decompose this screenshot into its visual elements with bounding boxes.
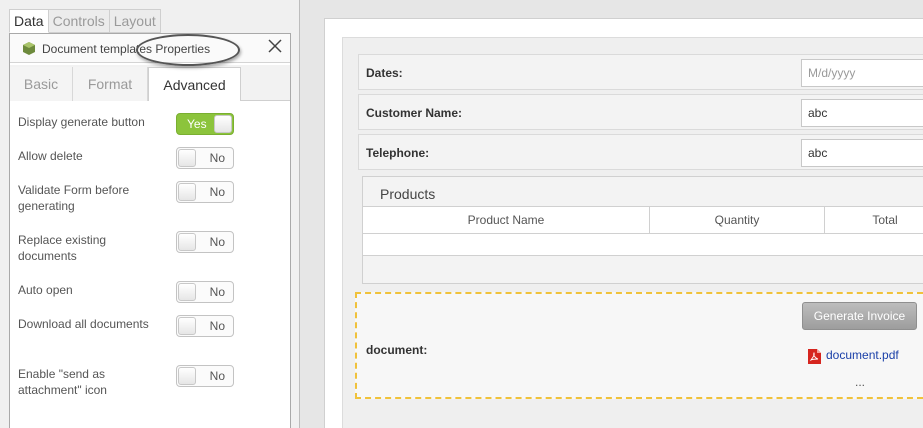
toggle-state: No <box>209 319 225 333</box>
toggle-knob <box>178 317 196 335</box>
replace-existing-toggle[interactable]: No <box>176 231 234 253</box>
tab-format[interactable]: Format <box>73 67 148 101</box>
document-control[interactable]: document: Generate Invoice document.pdf … <box>355 292 923 399</box>
send-attachment-toggle[interactable]: No <box>176 365 234 387</box>
telephone-input[interactable]: abc <box>801 139 923 167</box>
toggle-state: No <box>209 285 225 299</box>
column-quantity[interactable]: Quantity <box>650 207 825 234</box>
toggle-state: No <box>209 185 225 199</box>
auto-open-toggle[interactable]: No <box>176 281 234 303</box>
toggle-knob <box>178 149 196 167</box>
toggle-knob <box>214 115 232 133</box>
tab-layout[interactable]: Layout <box>109 9 161 33</box>
products-table-header: Product Name Quantity Total <box>363 206 923 234</box>
field-label: Customer Name: <box>366 106 463 120</box>
document-template-icon <box>23 42 35 55</box>
toggle-state: No <box>209 235 225 249</box>
tab-basic[interactable]: Basic <box>10 67 73 101</box>
column-total[interactable]: Total <box>825 207 923 234</box>
more-documents-ellipsis[interactable]: ... <box>855 375 865 389</box>
products-title: Products <box>380 186 436 202</box>
toggle-state: No <box>209 151 225 165</box>
toggle-state: No <box>209 369 225 383</box>
field-row-dates: Dates: M/d/yyyy <box>358 54 923 90</box>
close-icon[interactable] <box>266 37 284 55</box>
tab-controls[interactable]: Controls <box>48 9 110 33</box>
products-section: Products Product Name Quantity Total <box>362 176 923 284</box>
properties-header: Document templates Properties <box>10 34 290 63</box>
products-table-body <box>363 234 923 256</box>
tab-advanced[interactable]: Advanced <box>148 67 241 101</box>
field-row-customer-name: Customer Name: abc <box>358 94 923 130</box>
validate-form-toggle[interactable]: No <box>176 181 234 203</box>
toggle-knob <box>178 367 196 385</box>
properties-title: Document templates Properties <box>42 42 211 56</box>
download-all-toggle[interactable]: No <box>176 315 234 337</box>
property-label: Download all documents <box>18 317 149 331</box>
tab-data[interactable]: Data <box>9 9 49 33</box>
properties-panel: Data Controls Layout Document templates … <box>0 0 300 428</box>
property-label: Auto open <box>18 283 73 297</box>
document-label: document: <box>366 343 428 357</box>
top-tab-bar: Data Controls Layout <box>9 9 161 33</box>
toggle-knob <box>178 183 196 201</box>
property-label: Replace existing documents <box>18 233 107 263</box>
toggle-knob <box>178 233 196 251</box>
toggle-state: Yes <box>187 117 207 131</box>
property-label: Validate Form before generating <box>18 183 130 213</box>
field-label: Telephone: <box>366 146 430 160</box>
display-generate-toggle[interactable]: Yes <box>176 113 234 135</box>
dates-input[interactable]: M/d/yyyy <box>801 59 923 87</box>
property-label: Enable "send as attachment" icon <box>18 367 107 397</box>
field-row-telephone: Telephone: abc <box>358 134 923 170</box>
generate-invoice-button[interactable]: Generate Invoice <box>802 302 917 330</box>
document-file-link[interactable]: document.pdf <box>826 348 899 362</box>
property-label: Display generate button <box>18 115 145 129</box>
customer-name-input[interactable]: abc <box>801 99 923 127</box>
pdf-icon <box>808 349 821 364</box>
field-label: Dates: <box>366 66 403 80</box>
property-label: Allow delete <box>18 149 83 163</box>
column-product-name[interactable]: Product Name <box>363 207 650 234</box>
properties-sub-tabs: Basic Format Advanced <box>10 65 290 101</box>
allow-delete-toggle[interactable]: No <box>176 147 234 169</box>
toggle-knob <box>178 283 196 301</box>
